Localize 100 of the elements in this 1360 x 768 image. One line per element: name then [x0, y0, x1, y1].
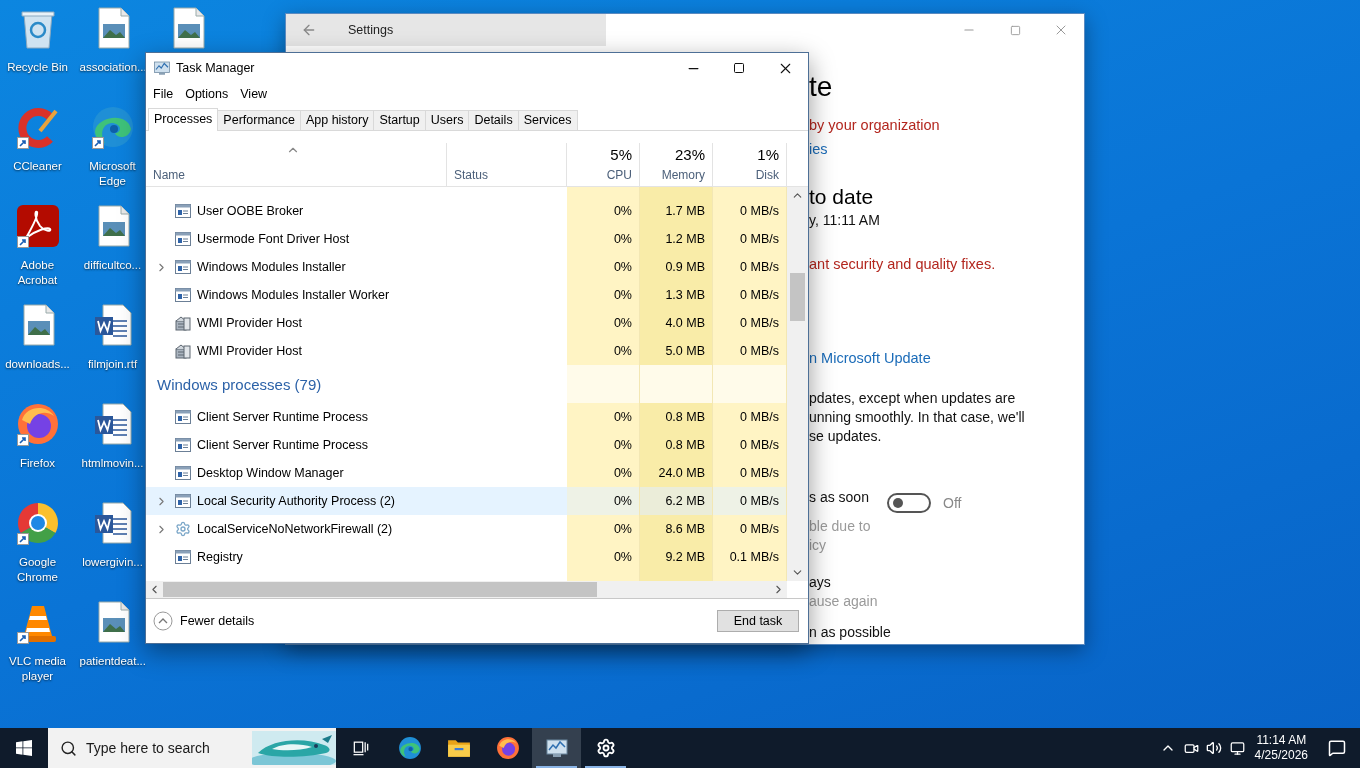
window-title: Task Manager	[176, 61, 255, 75]
toggle-switch[interactable]	[887, 493, 931, 513]
table-cell: 0 MB/s	[713, 459, 787, 487]
menu-item[interactable]: View	[234, 87, 274, 101]
table-cell: 0%	[567, 543, 640, 571]
desktop-icon-label[interactable]: difficultco...	[83, 258, 142, 273]
scrollbar-thumb[interactable]	[163, 582, 597, 597]
settings-text: se updates.	[809, 427, 883, 446]
table-cell: 8.6 MB	[640, 515, 713, 543]
tab[interactable]: Users	[424, 110, 470, 130]
table-cell: 1.3 MB	[640, 281, 713, 309]
warning-text: ant security and quality fixes.	[809, 255, 997, 274]
window-icon	[175, 466, 191, 480]
edge-browser-icon[interactable]	[89, 105, 136, 149]
menu-item[interactable]: File	[147, 87, 180, 101]
edge-browser-icon	[397, 736, 422, 760]
table-cell: 0 MB/s	[713, 487, 787, 515]
process-name: Local Security Authority Process (2)	[197, 494, 395, 508]
server-icon	[175, 343, 191, 359]
window-icon	[175, 260, 191, 274]
table-cell: 0%	[567, 337, 640, 365]
end-task-button[interactable]: End task	[717, 610, 799, 632]
table-cell: 0.8 MB	[640, 403, 713, 431]
table-cell: 0 MB/s	[713, 197, 787, 225]
desktop-icon-label[interactable]: lowergivin...	[82, 555, 143, 570]
settings-link[interactable]: ies	[809, 137, 1084, 161]
tab[interactable]: App history	[299, 110, 375, 130]
desktop-icon-label[interactable]: Microsoft Edge	[79, 159, 146, 189]
firefox-browser-icon	[495, 736, 520, 760]
process-name: User OOBE Broker	[197, 204, 304, 218]
desktop-icon-label[interactable]: Firefox	[19, 456, 56, 471]
column-header[interactable]: Disk	[755, 168, 779, 182]
toggle-state: Off	[943, 495, 962, 511]
maximize-icon[interactable]	[733, 62, 745, 74]
process-name: Client Server Runtime Process	[197, 410, 368, 424]
warning-text: by your organization	[809, 116, 941, 135]
table-cell: 6.2 MB	[640, 487, 713, 515]
window-icon	[175, 494, 191, 508]
process-name: WMI Provider Host	[197, 316, 302, 330]
settings-link[interactable]: n Microsoft Update	[809, 346, 1084, 370]
desktop-icon-label[interactable]: filmjoin.rtf	[87, 357, 138, 372]
settings-text: ays	[809, 573, 832, 592]
table-cell: 0 MB/s	[713, 253, 787, 281]
search-field[interactable]: Type here to search	[48, 728, 336, 768]
table-cell: 0 MB/s	[713, 337, 787, 365]
vertical-scrollbar[interactable]	[787, 187, 808, 581]
settings-heading: te	[809, 70, 834, 104]
table-cell: 0.1 MB/s	[713, 543, 787, 571]
clock[interactable]: 11:14 AM 4/25/2026	[1248, 733, 1314, 763]
table-cell: 0%	[567, 281, 640, 309]
desktop-icon-label[interactable]: htmlmovin...	[81, 456, 144, 471]
window-icon	[175, 438, 191, 452]
desktop-icon-label[interactable]: CCleaner	[13, 159, 62, 174]
tab[interactable]: Processes	[148, 108, 219, 131]
process-name-cell[interactable]: Local Security Authority Process (2)	[146, 487, 447, 515]
desktop-icon-label[interactable]: association...	[79, 60, 146, 75]
task-manager-icon	[544, 736, 569, 760]
tab[interactable]: Details	[468, 110, 519, 130]
horizontal-scrollbar[interactable]	[146, 581, 787, 598]
desktop-icon-label[interactable]: patientdeat...	[79, 654, 146, 669]
circle-chevron-icon	[153, 611, 173, 631]
process-name: Windows Modules Installer	[197, 260, 346, 274]
taskbar-button[interactable]	[532, 728, 581, 768]
gear-icon	[175, 521, 191, 537]
desktop-icon-label[interactable]: Google Chrome	[4, 555, 71, 585]
table-cell: 0%	[567, 487, 640, 515]
scrollbar-thumb[interactable]	[790, 273, 805, 321]
process-name: Client Server Runtime Process	[197, 438, 368, 452]
table-cell: 9.2 MB	[640, 543, 713, 571]
window-icon	[175, 204, 191, 218]
window-icon	[175, 410, 191, 424]
process-name: Registry	[197, 550, 243, 564]
table-cell: 4.0 MB	[640, 309, 713, 337]
desktop-icon-label[interactable]: VLC media player	[4, 654, 71, 684]
tab[interactable]: Performance	[217, 110, 301, 130]
firefox-browser-icon[interactable]	[14, 402, 61, 446]
desktop-icon-label[interactable]: downloads...	[5, 357, 70, 372]
column-header[interactable]: Status	[454, 168, 489, 182]
process-name: Desktop Window Manager	[197, 466, 344, 480]
tab[interactable]: Services	[517, 110, 578, 130]
process-name: Windows Modules Installer Worker	[197, 288, 390, 302]
column-total: 5%	[610, 146, 632, 163]
task-manager-icon	[153, 59, 171, 77]
menu-item[interactable]: Options	[179, 87, 235, 101]
table-cell: 0%	[567, 309, 640, 337]
window-title: Settings	[348, 23, 394, 37]
column-header[interactable]: CPU	[606, 168, 632, 182]
column-header[interactable]: Name	[153, 168, 185, 182]
fewer-details-button[interactable]: Fewer details	[153, 611, 255, 631]
table-cell: 0 MB/s	[713, 431, 787, 459]
settings-text: n as possible	[809, 623, 892, 642]
tab[interactable]: Startup	[373, 110, 426, 130]
column-header[interactable]: Memory	[661, 168, 705, 182]
desktop-icon-label[interactable]: Recycle Bin	[7, 60, 68, 75]
table-cell: 5.0 MB	[640, 337, 713, 365]
settings-text: ble due to	[809, 517, 872, 536]
pdf-app-icon[interactable]	[14, 204, 61, 248]
column-total: 1%	[757, 146, 779, 163]
chrome-browser-icon[interactable]	[14, 501, 61, 545]
desktop-icon-label[interactable]: Adobe Acrobat	[4, 258, 71, 288]
